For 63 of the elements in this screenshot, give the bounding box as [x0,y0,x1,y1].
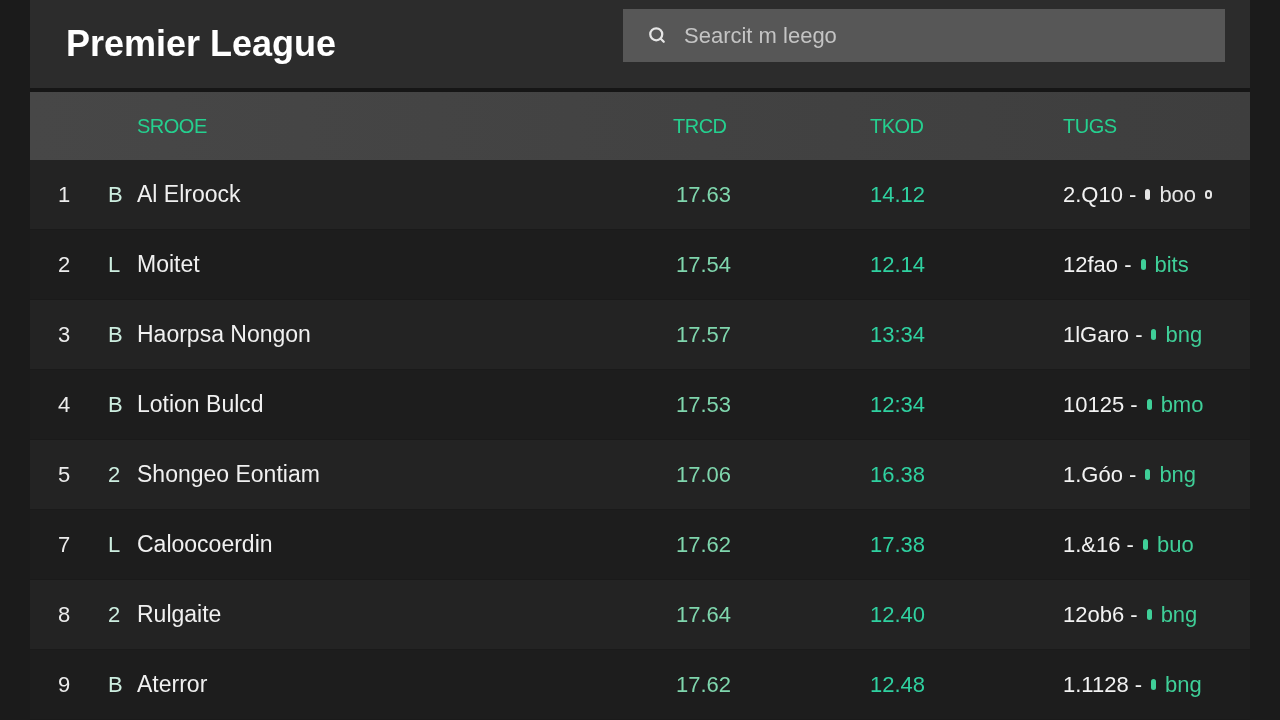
team-name: Rulgaite [137,600,223,630]
tag-label: bng [1165,321,1203,349]
stat-value: 17.63 [675,181,733,209]
rank-number: 1 [57,181,72,209]
team-letter: B [108,391,124,419]
stat-value: 17.06 [675,461,733,489]
tag-label: boo [1159,181,1197,209]
column-header[interactable]: TRCD [673,111,870,141]
tugs-value: 1.1128 - [1063,671,1143,699]
team-letter: B [108,671,124,699]
team-name: Al Elroock [137,180,242,210]
team-letter: L [108,251,122,279]
stat-value: 17.62 [675,671,733,699]
column-header[interactable]: TUGS [1063,111,1250,141]
stat-value: 12.40 [870,601,927,629]
tag-label: buo [1156,531,1194,559]
tugs-value: 2.Q10 - [1063,181,1137,209]
tag-label: bng [1165,671,1202,699]
rank-number: 9 [57,671,72,699]
stat-value: 12.14 [870,251,927,279]
stat-value: 12.48 [870,671,927,699]
stat-value: 17.64 [675,601,733,629]
tag-label: bits [1154,251,1189,279]
team-name: Caloocoerdin [137,530,274,560]
team-name: Haorpsa Nongon [137,320,312,350]
tag-label: bng [1159,461,1197,489]
team-letter: 2 [108,601,122,629]
rank-number: 5 [57,461,72,489]
stat-value: 17.38 [870,531,927,559]
team-letter: B [108,181,124,209]
column-header[interactable]: TKOD [870,111,1063,141]
team-letter: B [108,321,124,349]
tag-label: bng [1160,601,1198,629]
column-header[interactable]: SROOE [137,111,673,141]
tag-label: bmo [1160,391,1204,419]
rank-number: 3 [57,321,72,349]
tugs-value: 1.&16 - [1063,531,1134,559]
stat-value: 17.62 [675,531,733,559]
tugs-value: 12fao - [1063,251,1132,279]
rank-number: 2 [57,251,72,279]
team-letter: 2 [108,461,122,489]
stat-value: 16.38 [870,461,927,489]
page-title: Premier League [66,22,337,66]
team-name: Lotion Bulcd [137,390,265,420]
tugs-value: 1.Góo - [1063,461,1137,489]
rank-number: 4 [57,391,72,419]
rank-number: 7 [57,531,72,559]
tugs-value: 10125 - [1063,391,1138,419]
rank-number: 8 [57,601,72,629]
team-name: Moitet [137,250,201,280]
stat-value: 13:34 [870,321,927,349]
tugs-value: 1lGaro - [1063,321,1143,349]
team-name: Shongeo Eontiam [137,460,321,490]
stat-value: 17.53 [675,391,733,419]
search-icon [648,26,666,44]
tugs-value: 12ob6 - [1063,601,1138,629]
stat-value: 12:34 [870,391,927,419]
team-name: Aterror [137,670,209,700]
search-field[interactable]: Searcit m leego [623,9,1225,62]
team-letter: L [108,531,122,559]
stat-value: 14.12 [870,181,927,209]
stat-value: 17.57 [675,321,733,349]
stat-value: 17.54 [675,251,733,279]
